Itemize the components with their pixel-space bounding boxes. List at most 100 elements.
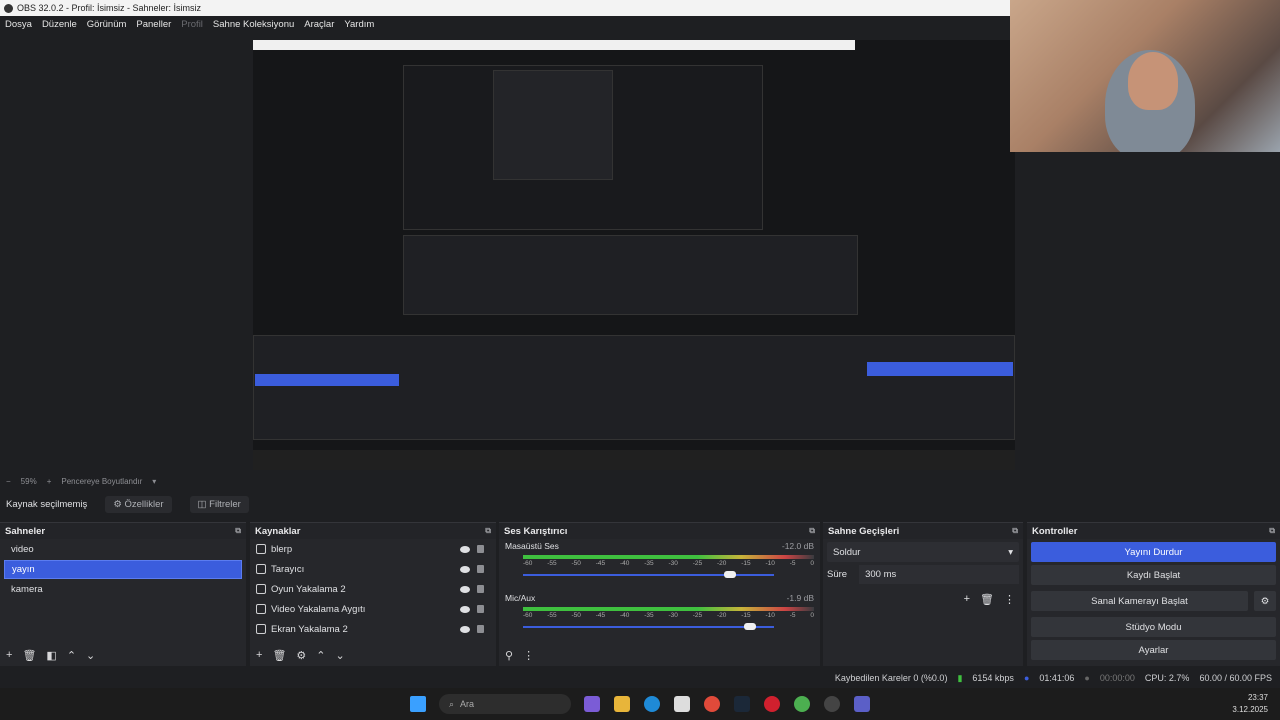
start-recording-button[interactable]: Kaydı Başlat (1031, 565, 1276, 585)
dock-float-icon[interactable]: ⧉ (235, 526, 241, 536)
gear-icon[interactable]: ⚙ (1254, 591, 1276, 611)
menu-gorunum[interactable]: Görünüm (87, 19, 127, 30)
add-icon[interactable]: + (256, 649, 262, 662)
dock-float-icon[interactable]: ⧉ (809, 526, 815, 536)
menu-yardim[interactable]: Yardım (344, 19, 374, 30)
eye-icon[interactable] (460, 565, 470, 573)
source-item[interactable]: Video Yakalama Aygıtı (250, 599, 496, 619)
zoom-mode[interactable]: Pencereye Boyutlandır (61, 477, 142, 486)
filters-button[interactable]: ◫ Filtreler (189, 495, 249, 513)
scene-item-selected[interactable]: yayın (4, 560, 242, 579)
menu-duzenle[interactable]: Düzenle (42, 19, 77, 30)
down-icon[interactable]: ⌄ (336, 649, 345, 662)
volume-fader[interactable] (523, 623, 774, 631)
dock-float-icon[interactable]: ⧉ (485, 526, 491, 536)
folder-icon[interactable] (614, 696, 630, 712)
browser-icon (256, 544, 266, 554)
store-icon[interactable] (674, 696, 690, 712)
scene-item[interactable]: video (4, 540, 242, 559)
lock-icon[interactable] (477, 585, 484, 593)
person-head (1128, 52, 1178, 110)
eye-icon[interactable] (460, 605, 470, 613)
zoom-in-button[interactable]: + (47, 477, 52, 486)
record-time: 00:00:00 (1099, 673, 1135, 683)
duration-input[interactable]: 300 ms (859, 565, 1019, 584)
dock-float-icon[interactable]: ⧉ (1012, 526, 1018, 536)
menu-profil[interactable]: Profil (181, 19, 203, 30)
eye-icon[interactable] (460, 585, 470, 593)
trash-icon[interactable]: 🗑 (980, 593, 994, 606)
studio-mode-button[interactable]: Stüdyo Modu (1031, 617, 1276, 637)
taskbar-clock[interactable]: 23:37 3.12.2025 (1232, 692, 1268, 716)
menu-sahne-koleksiyonu[interactable]: Sahne Koleksiyonu (213, 19, 294, 30)
lock-icon[interactable] (477, 605, 484, 613)
virtual-camera-row: Sanal Kamerayı Başlat ⚙ (1027, 588, 1280, 614)
gamepad-icon (256, 584, 266, 594)
source-item[interactable]: Oyun Yakalama 2 (250, 579, 496, 599)
scenes-dock: Sahneler ⧉ video yayın kamera + 🗑 ◧ ⌃ ⌄ (0, 522, 246, 666)
dock-header: Kaynaklar ⧉ (250, 523, 496, 539)
lock-icon[interactable] (477, 565, 484, 573)
channel-name: Mic/Aux (505, 593, 536, 603)
properties-button[interactable]: ⚙ Özellikler (105, 495, 172, 513)
windows-start-icon[interactable] (410, 696, 426, 712)
source-item[interactable]: blerp (250, 539, 496, 559)
menu-paneller[interactable]: Paneller (136, 19, 171, 30)
program-preview[interactable] (253, 40, 1015, 470)
chevron-down-icon[interactable]: ▾ (152, 477, 156, 486)
volume-fader[interactable] (523, 571, 774, 579)
dock-header: Sahne Geçişleri ⧉ (823, 523, 1023, 539)
settings-button[interactable]: Ayarlar (1031, 640, 1276, 660)
menu-dosya[interactable]: Dosya (5, 19, 32, 30)
scene-item[interactable]: kamera (4, 580, 242, 599)
stop-streaming-button[interactable]: Yayını Durdur (1031, 542, 1276, 562)
menu-dots-icon[interactable]: ⋮ (1004, 593, 1015, 606)
trash-icon[interactable]: 🗑 (22, 649, 36, 662)
zoom-value: 59% (20, 476, 37, 486)
trash-icon[interactable]: 🗑 (272, 649, 286, 662)
link-icon[interactable]: ⚲ (505, 649, 513, 662)
lock-icon[interactable] (477, 625, 484, 633)
meter-ticks: -60 -55 -50 -45 -40 -35 -30 -25 -20 -15 -10 -5 0 (523, 612, 814, 619)
up-icon[interactable]: ⌃ (316, 649, 325, 662)
opera-icon[interactable] (764, 696, 780, 712)
nested-docks-outer (253, 335, 1015, 440)
start-virtual-camera-button[interactable]: Sanal Kamerayı Başlat (1031, 591, 1248, 611)
add-icon[interactable]: + (6, 649, 12, 662)
source-item[interactable]: Ekran Yakalama 2 (250, 619, 496, 639)
transition-tools: + 🗑 ⋮ (964, 593, 1015, 606)
chrome-icon[interactable] (704, 696, 720, 712)
filter-icon[interactable]: ◧ (46, 649, 56, 662)
zoom-out-button[interactable]: − (6, 477, 11, 486)
gear-icon: ⚙ (113, 498, 125, 510)
gear-icon[interactable]: ⚙ (296, 649, 306, 662)
lock-icon[interactable] (477, 545, 484, 553)
controls-dock: Kontroller ⧉ Yayını Durdur Kaydı Başlat S… (1027, 522, 1280, 666)
mixer-channel: Masaüstü Ses -12.0 dB -60 -55 -50 -45 -40 -35-… (499, 539, 820, 591)
edge-icon[interactable] (644, 696, 660, 712)
menu-araclar[interactable]: Araçlar (304, 19, 334, 30)
chrome-alt-icon[interactable] (794, 696, 810, 712)
down-icon[interactable]: ⌄ (86, 649, 95, 662)
teams-icon[interactable] (854, 696, 870, 712)
nested-selected-scene (255, 374, 399, 386)
eye-icon[interactable] (460, 545, 470, 553)
add-icon[interactable]: + (964, 593, 970, 606)
transition-select[interactable]: Soldur ▾ (827, 542, 1019, 562)
taskbar-search[interactable]: ⌕ Ara (439, 694, 571, 714)
dock-float-icon[interactable]: ⧉ (1269, 526, 1275, 536)
source-item[interactable]: Tarayıcı (250, 559, 496, 579)
camera-icon (256, 604, 266, 614)
copilot-icon[interactable] (584, 696, 600, 712)
up-icon[interactable]: ⌃ (67, 649, 76, 662)
dock-footer: + 🗑 ◧ ⌃ ⌄ (6, 649, 95, 662)
no-source-label: Kaynak seçilmemiş (6, 498, 88, 510)
browser-icon (256, 564, 266, 574)
obs-icon[interactable] (824, 696, 840, 712)
chevron-down-icon: ▾ (1008, 546, 1013, 558)
eye-icon[interactable] (460, 625, 470, 633)
fader-knob[interactable] (723, 571, 736, 578)
fader-knob[interactable] (743, 623, 756, 630)
menu-dots-icon[interactable]: ⋮ (523, 649, 534, 662)
steam-icon[interactable] (734, 696, 750, 712)
